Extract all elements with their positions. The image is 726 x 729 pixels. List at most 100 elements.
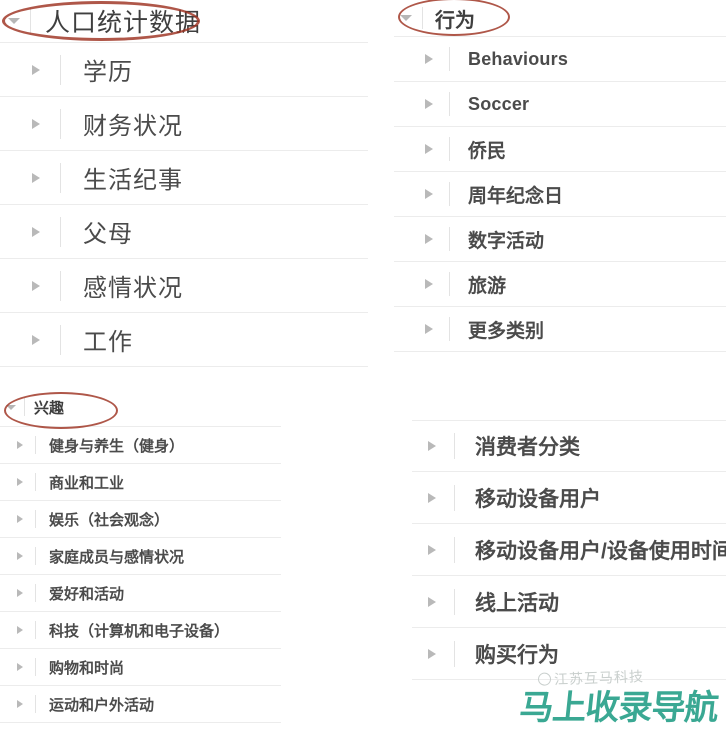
list-item-interests-5[interactable]: 科技（计算机和电子设备） (0, 612, 281, 649)
caret-right-icon[interactable] (32, 226, 40, 237)
list-item-interests-0[interactable]: 健身与养生（健身） (0, 427, 281, 464)
list-item-label: 娱乐（社会观念） (49, 511, 170, 529)
list-item-consumer-4[interactable]: 购买行为 (412, 628, 726, 680)
divider (454, 536, 455, 563)
divider (449, 92, 450, 116)
list-item-demographics-5[interactable]: 工作 (0, 313, 368, 367)
list-item-label: 工作 (83, 329, 133, 356)
panel-demographics: 人口统计数据 学历 财务状况 生活纪事 父母 感情状况 工作 (0, 0, 368, 367)
list-item-consumer-2[interactable]: 移动设备用户/设备使用时间 (412, 524, 726, 576)
divider (60, 216, 61, 247)
list-item-behavior-6[interactable]: 更多类别 (394, 307, 726, 352)
panel-demographics-header[interactable]: 人口统计数据 (0, 0, 368, 43)
caret-down-icon[interactable] (8, 18, 20, 24)
caret-right-icon[interactable] (428, 544, 436, 555)
list-item-behavior-3[interactable]: 周年纪念日 (394, 172, 726, 217)
divider (35, 436, 36, 454)
panel-interests: 兴趣 健身与养生（健身） 商业和工业 娱乐（社会观念） 家庭成员与感情状况 爱好… (0, 388, 281, 723)
caret-right-icon[interactable] (425, 99, 433, 109)
list-item-label: 学历 (83, 59, 133, 86)
list-item-label: 商业和工业 (49, 474, 125, 492)
list-item-label: 侨民 (468, 140, 507, 162)
list-item-label: Soccer (468, 93, 530, 114)
list-item-label: 家庭成员与感情状况 (49, 548, 185, 566)
caret-right-icon[interactable] (32, 172, 40, 183)
divider (24, 398, 25, 416)
list-item-behavior-1[interactable]: Soccer (394, 82, 726, 127)
divider (454, 588, 455, 615)
list-item-interests-7[interactable]: 运动和户外活动 (0, 686, 281, 723)
divider (35, 695, 36, 713)
divider (60, 270, 61, 301)
list-item-demographics-1[interactable]: 财务状况 (0, 97, 368, 151)
list-item-behavior-4[interactable]: 数字活动 (394, 217, 726, 262)
panel-behavior: 行为 Behaviours Soccer 侨民 周年纪念日 数字活动 旅游 更多… (394, 0, 726, 352)
divider (35, 547, 36, 565)
list-item-label: 数字活动 (468, 230, 545, 252)
list-item-interests-4[interactable]: 爱好和活动 (0, 575, 281, 612)
list-item-label: 移动设备用户 (475, 487, 601, 511)
list-item-demographics-2[interactable]: 生活纪事 (0, 151, 368, 205)
list-item-behavior-5[interactable]: 旅游 (394, 262, 726, 307)
caret-right-icon[interactable] (425, 279, 433, 289)
caret-right-icon[interactable] (428, 648, 436, 659)
caret-down-icon[interactable] (400, 15, 412, 21)
list-item-label: 感情状况 (83, 275, 183, 302)
divider (35, 658, 36, 676)
panel-behavior-header[interactable]: 行为 (394, 0, 726, 37)
caret-right-icon[interactable] (32, 64, 40, 75)
list-item-label: 周年纪念日 (468, 185, 564, 207)
list-item-interests-3[interactable]: 家庭成员与感情状况 (0, 538, 281, 575)
list-item-label: 旅游 (468, 275, 507, 297)
divider (449, 227, 450, 251)
caret-right-icon[interactable] (32, 334, 40, 345)
caret-right-icon[interactable] (17, 663, 23, 671)
caret-right-icon[interactable] (17, 441, 23, 449)
divider (449, 182, 450, 206)
divider (449, 317, 450, 341)
list-item-label: 购买行为 (475, 643, 559, 667)
caret-right-icon[interactable] (425, 234, 433, 244)
list-item-label: 爱好和活动 (49, 585, 125, 603)
list-item-demographics-4[interactable]: 感情状况 (0, 259, 368, 313)
caret-right-icon[interactable] (17, 589, 23, 597)
caret-right-icon[interactable] (428, 492, 436, 503)
list-item-behavior-0[interactable]: Behaviours (394, 37, 726, 82)
list-item-demographics-0[interactable]: 学历 (0, 43, 368, 97)
caret-right-icon[interactable] (425, 189, 433, 199)
list-item-label: Behaviours (468, 48, 569, 69)
list-item-consumer-3[interactable]: 线上活动 (412, 576, 726, 628)
list-item-interests-6[interactable]: 购物和时尚 (0, 649, 281, 686)
list-item-demographics-3[interactable]: 父母 (0, 205, 368, 259)
list-item-label: 科技（计算机和电子设备） (49, 622, 230, 640)
divider (35, 510, 36, 528)
caret-right-icon[interactable] (425, 144, 433, 154)
divider (449, 47, 450, 71)
divider (60, 324, 61, 355)
list-item-interests-1[interactable]: 商业和工业 (0, 464, 281, 501)
caret-down-icon[interactable] (6, 404, 16, 410)
panel-consumer: 消费者分类 移动设备用户 移动设备用户/设备使用时间 线上活动 购买行为 (412, 420, 726, 680)
caret-right-icon[interactable] (32, 118, 40, 129)
list-item-label: 健身与养生（健身） (49, 437, 185, 455)
divider (35, 584, 36, 602)
list-item-label: 移动设备用户/设备使用时间 (475, 539, 726, 563)
caret-right-icon[interactable] (32, 280, 40, 291)
list-item-interests-2[interactable]: 娱乐（社会观念） (0, 501, 281, 538)
list-item-consumer-1[interactable]: 移动设备用户 (412, 472, 726, 524)
caret-right-icon[interactable] (17, 478, 23, 486)
divider (30, 8, 31, 34)
divider (60, 162, 61, 193)
caret-right-icon[interactable] (17, 552, 23, 560)
caret-right-icon[interactable] (17, 700, 23, 708)
panel-interests-header[interactable]: 兴趣 (0, 388, 281, 427)
list-item-label: 运动和户外活动 (49, 696, 155, 714)
caret-right-icon[interactable] (17, 515, 23, 523)
caret-right-icon[interactable] (425, 54, 433, 64)
caret-right-icon[interactable] (428, 441, 436, 451)
list-item-consumer-0[interactable]: 消费者分类 (412, 420, 726, 472)
caret-right-icon[interactable] (425, 324, 433, 334)
caret-right-icon[interactable] (428, 596, 436, 607)
caret-right-icon[interactable] (17, 626, 23, 634)
list-item-behavior-2[interactable]: 侨民 (394, 127, 726, 172)
